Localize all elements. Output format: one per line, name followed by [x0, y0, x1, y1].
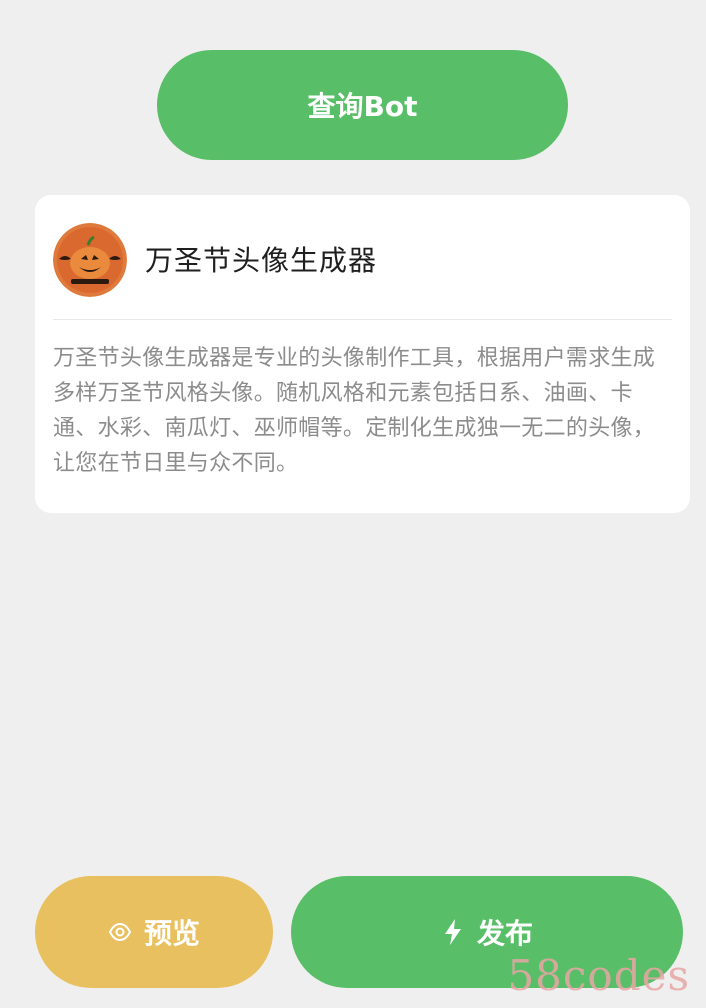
publish-label: 发布: [476, 917, 533, 950]
lightning-bolt-icon: [441, 918, 465, 946]
preview-button[interactable]: 预览: [35, 876, 273, 988]
query-bot-button[interactable]: 查询Bot: [157, 50, 568, 160]
card-divider: [53, 319, 672, 320]
eye-icon: [108, 920, 132, 944]
query-bot-label: 查询Bot: [307, 90, 418, 123]
bot-title: 万圣节头像生成器: [145, 244, 378, 277]
preview-label: 预览: [143, 917, 200, 950]
bot-description: 万圣节头像生成器是专业的头像制作工具，根据用户需求生成多样万圣节风格头像。随机风…: [53, 346, 656, 476]
watermark: 58codes: [507, 951, 690, 1000]
pumpkin-avatar-icon: [53, 223, 127, 297]
bot-avatar: [53, 223, 127, 297]
bot-card: 万圣节头像生成器 万圣节头像生成器是专业的头像制作工具，根据用户需求生成多样万圣…: [35, 195, 690, 513]
